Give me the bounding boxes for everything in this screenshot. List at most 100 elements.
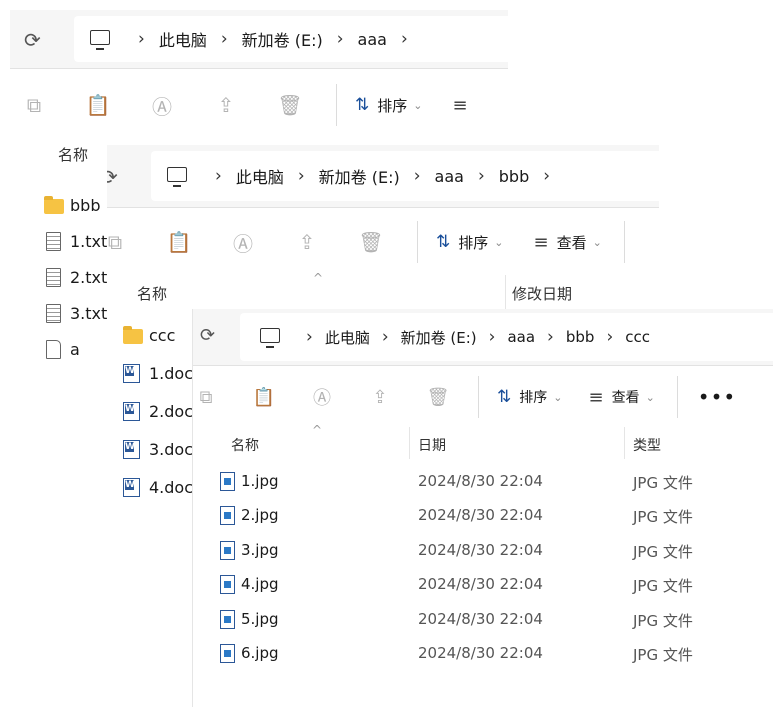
- chevron-down-icon: ⌄: [553, 390, 563, 404]
- text-file-icon: [46, 268, 61, 287]
- breadcrumb-this-pc[interactable]: 此电脑: [236, 164, 284, 188]
- file-name: 5.jpg: [241, 609, 279, 628]
- address-bar[interactable]: › 此电脑 › 新加卷 (E:) › aaa ›: [74, 16, 508, 62]
- toolbar-divider: [417, 221, 418, 263]
- column-divider[interactable]: [409, 427, 410, 459]
- chevron-right-icon[interactable]: ›: [414, 166, 421, 186]
- chevron-right-icon[interactable]: ›: [138, 29, 145, 49]
- word-doc-icon: [123, 440, 140, 459]
- paste-icon[interactable]: 📋: [80, 91, 116, 119]
- column-name[interactable]: 名称: [231, 435, 259, 455]
- computer-icon[interactable]: [90, 29, 110, 50]
- file-type: JPG 文件: [633, 508, 693, 527]
- more-options-button[interactable]: •••: [698, 385, 736, 409]
- table-row[interactable]: 3.jpg 2024/8/30 22:04 JPG 文件: [192, 534, 773, 568]
- delete-icon[interactable]: 🗑: [420, 383, 456, 411]
- paste-icon[interactable]: 📋: [246, 383, 282, 411]
- rename-icon[interactable]: Ⓐ: [304, 383, 340, 411]
- chevron-right-icon[interactable]: ›: [543, 166, 550, 186]
- rename-icon[interactable]: Ⓐ: [144, 91, 180, 119]
- view-icon: ≡: [588, 386, 604, 408]
- column-name[interactable]: 名称: [137, 283, 167, 304]
- column-type[interactable]: 类型: [633, 435, 661, 455]
- breadcrumb-bbb[interactable]: bbb: [566, 328, 595, 346]
- chevron-right-icon[interactable]: ›: [489, 327, 496, 347]
- file-name: bbb: [70, 196, 101, 215]
- explorer-window-ccc: ⟳ › 此电脑 › 新加卷 (E:) › aaa › bbb › ccc ⧉ 📋…: [192, 309, 773, 707]
- chevron-right-icon[interactable]: ›: [306, 327, 313, 347]
- text-file-icon: [46, 232, 61, 251]
- sort-button[interactable]: ⇅ 排序 ⌄: [497, 387, 562, 407]
- refresh-icon[interactable]: ⟳: [24, 28, 41, 52]
- column-name[interactable]: 名称: [58, 144, 88, 165]
- breadcrumb-bbb[interactable]: bbb: [499, 167, 529, 186]
- view-button[interactable]: ≡ 查看 ⌄: [533, 232, 601, 253]
- table-row[interactable]: 5.jpg 2024/8/30 22:04 JPG 文件: [192, 603, 773, 637]
- chevron-right-icon[interactable]: ›: [547, 327, 554, 347]
- column-divider[interactable]: [505, 275, 506, 309]
- breadcrumb-drive-e[interactable]: 新加卷 (E:): [242, 27, 323, 51]
- breadcrumb-ccc[interactable]: ccc: [625, 328, 650, 346]
- file-type: JPG 文件: [633, 645, 693, 664]
- file-name: 2.doc: [149, 402, 194, 421]
- view-button[interactable]: ≡: [452, 95, 475, 116]
- column-divider[interactable]: [624, 427, 625, 459]
- file-type: JPG 文件: [633, 474, 693, 492]
- chevron-right-icon[interactable]: ›: [606, 327, 613, 347]
- share-icon[interactable]: ⇪: [289, 228, 325, 256]
- chevron-right-icon[interactable]: ›: [337, 29, 344, 49]
- chevron-right-icon[interactable]: ›: [215, 166, 222, 186]
- breadcrumb-drive-e[interactable]: 新加卷 (E:): [319, 164, 400, 188]
- computer-icon[interactable]: [167, 166, 187, 187]
- copy-icon[interactable]: ⧉: [107, 228, 133, 256]
- file-name: 3.jpg: [241, 540, 279, 559]
- breadcrumb-aaa[interactable]: aaa: [435, 167, 464, 186]
- computer-icon[interactable]: [260, 327, 280, 348]
- share-icon[interactable]: ⇪: [362, 383, 398, 411]
- delete-icon[interactable]: 🗑: [353, 228, 389, 256]
- image-file-icon: [220, 609, 235, 629]
- file-date: 2024/8/30 22:04: [418, 609, 543, 628]
- rename-icon[interactable]: Ⓐ: [225, 228, 261, 256]
- sort-button[interactable]: ⇅ 排序 ⌄: [355, 95, 422, 116]
- chevron-right-icon[interactable]: ›: [221, 29, 228, 49]
- chevron-right-icon[interactable]: ›: [401, 29, 408, 49]
- refresh-icon[interactable]: ⟳: [200, 325, 215, 346]
- paste-icon[interactable]: 📋: [161, 228, 197, 256]
- address-bar[interactable]: › 此电脑 › 新加卷 (E:) › aaa › bbb › ccc: [240, 313, 773, 361]
- table-row[interactable]: 4.jpg 2024/8/30 22:04 JPG 文件: [192, 568, 773, 602]
- column-modified[interactable]: 修改日期: [512, 283, 572, 304]
- file-list: 1.jpg 2024/8/30 22:04 JPG 文件 2.jpg 2024/…: [192, 465, 773, 671]
- breadcrumb-this-pc[interactable]: 此电脑: [159, 27, 207, 51]
- view-button[interactable]: ≡ 查看 ⌄: [588, 387, 654, 408]
- file-date: 2024/8/30 22:04: [418, 540, 543, 559]
- chevron-right-icon[interactable]: ›: [478, 166, 485, 186]
- column-date[interactable]: 日期: [418, 435, 446, 455]
- address-bar[interactable]: › 此电脑 › 新加卷 (E:) › aaa › bbb ›: [151, 151, 659, 201]
- chevron-right-icon[interactable]: ›: [382, 327, 389, 347]
- copy-icon[interactable]: ⧉: [16, 91, 52, 119]
- file-name: 1.jpg: [241, 472, 279, 490]
- table-row[interactable]: 1.jpg 2024/8/30 22:04 JPG 文件: [192, 465, 773, 499]
- sort-icon: ⇅: [355, 95, 370, 115]
- file-type: JPG 文件: [633, 577, 693, 596]
- copy-icon[interactable]: ⧉: [192, 383, 224, 411]
- table-row[interactable]: 2.jpg 2024/8/30 22:04 JPG 文件: [192, 499, 773, 533]
- file-name: 2.jpg: [241, 506, 279, 525]
- chevron-right-icon[interactable]: ›: [298, 166, 305, 186]
- file-type: JPG 文件: [633, 611, 693, 630]
- blank-file-icon: [46, 340, 61, 359]
- share-icon[interactable]: ⇪: [208, 91, 244, 119]
- table-row[interactable]: 6.jpg 2024/8/30 22:04 JPG 文件: [192, 637, 773, 671]
- sort-button[interactable]: ⇅ 排序 ⌄: [436, 232, 503, 253]
- file-name: 4.jpg: [241, 575, 279, 594]
- sort-icon: ⇅: [436, 232, 451, 252]
- delete-icon[interactable]: 🗑: [272, 91, 308, 119]
- view-label: 查看: [556, 233, 587, 252]
- breadcrumb-drive-e[interactable]: 新加卷 (E:): [401, 327, 477, 348]
- breadcrumb-aaa[interactable]: aaa: [507, 328, 535, 346]
- breadcrumb-aaa[interactable]: aaa: [358, 30, 387, 49]
- refresh-icon[interactable]: ⟳: [107, 165, 118, 189]
- file-name: 6.jpg: [241, 643, 279, 662]
- breadcrumb-this-pc[interactable]: 此电脑: [325, 327, 370, 348]
